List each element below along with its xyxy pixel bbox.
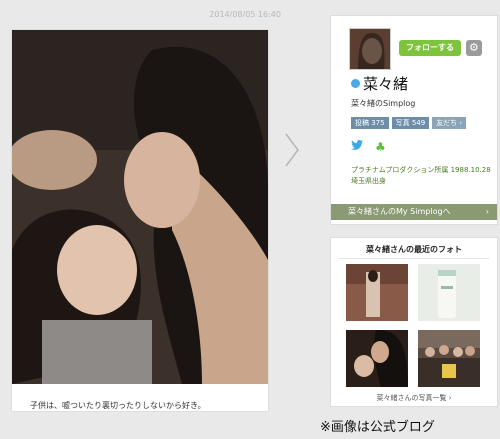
photos-count-badge[interactable]: 写真 549 (391, 117, 430, 129)
clover-icon[interactable]: ♣ (375, 141, 386, 153)
chevron-right-icon: › (485, 207, 489, 216)
recent-photo-thumbnail[interactable] (418, 264, 480, 321)
profile-name-row: 菜々緒 (351, 73, 408, 94)
friends-badge[interactable]: 友だち › (432, 117, 467, 129)
social-links: ♣ (351, 140, 386, 153)
my-simplog-link[interactable]: 菜々緒さんのMy Simplogへ › (331, 204, 497, 220)
follow-button[interactable]: フォローする (399, 40, 461, 56)
post-timestamp: 2014/08/05 16:40 (209, 10, 281, 19)
divider (339, 258, 489, 259)
verified-icon (351, 79, 360, 88)
my-simplog-link-label: 菜々緒さんのMy Simplogへ (348, 207, 451, 216)
post-photo-illustration (12, 30, 268, 384)
recent-photos-panel: 菜々緒さんの最近のフォト 菜々緒さんの写真一覧 › (330, 237, 498, 407)
gear-icon: ⚙ (469, 41, 479, 54)
posts-count-badge[interactable]: 投稿 375 (351, 117, 389, 129)
post-photo[interactable] (12, 30, 268, 384)
avatar[interactable] (349, 28, 391, 70)
recent-photo-thumbnail[interactable] (418, 330, 480, 387)
image-source-notice: ※画像は公式ブログ (320, 420, 435, 435)
settings-button[interactable]: ⚙ (466, 40, 482, 56)
all-photos-link[interactable]: 菜々緒さんの写真一覧 › (331, 393, 497, 403)
blog-post: 2014/08/05 16:40 子供は、嘘ついたり裏切ったりしないから好き。 (9, 10, 281, 414)
profile-stats: 投稿 375 写真 549 友だち › (351, 117, 467, 129)
twitter-icon[interactable] (351, 140, 363, 153)
profile-bio: プラチナムプロダクション所属 1988.10.28 埼玉県出身 (351, 166, 491, 185)
recent-photo-thumbnail[interactable] (346, 330, 408, 387)
profile-card: フォローする ⚙ 菜々緒 菜々緒のSimplog 投稿 375 写真 549 友… (330, 15, 498, 225)
photo-card: 子供は、嘘ついたり裏切ったりしないから好き。 (11, 29, 269, 412)
recent-photo-thumbnail[interactable] (346, 264, 408, 321)
next-post-chevron-icon[interactable] (282, 130, 302, 170)
recent-photos-title: 菜々緒さんの最近のフォト (366, 245, 462, 254)
profile-name: 菜々緒 (363, 75, 409, 93)
blog-title: 菜々緒のSimplog (351, 99, 416, 108)
post-caption: 子供は、嘘ついたり裏切ったりしないから好き。 (30, 401, 206, 410)
